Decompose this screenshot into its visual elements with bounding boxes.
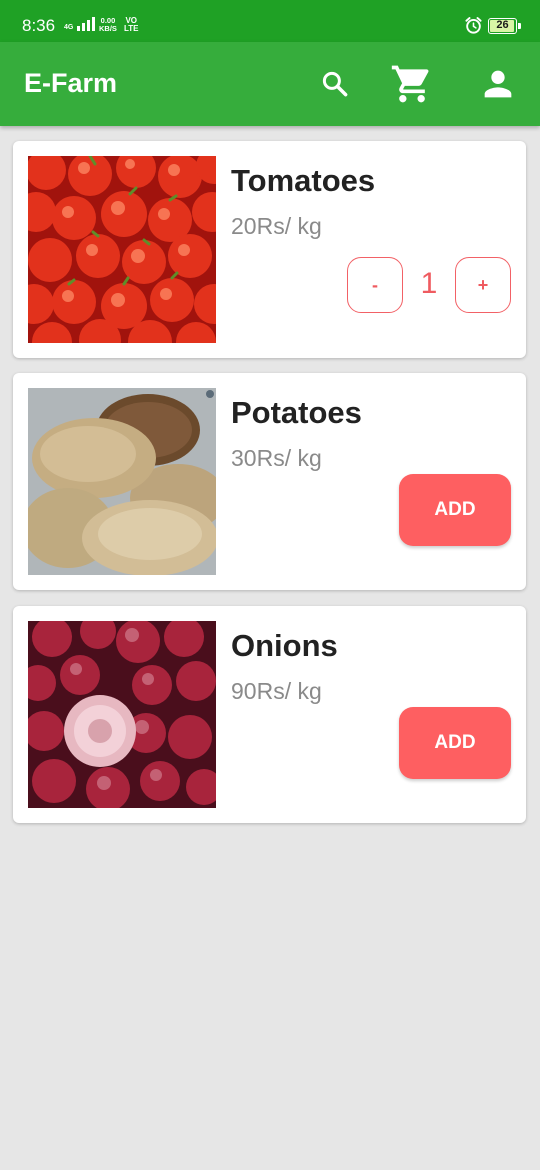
tomatoes-photo <box>28 156 216 343</box>
signal-icon: 4G <box>64 17 96 31</box>
product-card-tomatoes: Tomatoes 20Rs/ kg - 1 + <box>13 141 526 358</box>
add-to-cart-button[interactable]: ADD <box>399 707 511 779</box>
onions-photo <box>28 621 216 808</box>
status-bar: 8:36 4G 0.00 KB/S VO LTE 26 <box>0 0 540 42</box>
app-bar: E-Farm <box>0 42 540 126</box>
add-to-cart-button[interactable]: ADD <box>399 474 511 546</box>
decrease-quantity-button[interactable]: - <box>347 257 403 313</box>
product-name: Onions <box>231 628 338 663</box>
quantity-value: 1 <box>420 267 438 300</box>
product-name: Potatoes <box>231 395 362 430</box>
network-speed: 0.00 KB/S <box>99 16 117 33</box>
product-price: 90Rs/ kg <box>231 678 322 704</box>
search-button[interactable] <box>313 62 357 106</box>
product-price: 20Rs/ kg <box>231 213 322 239</box>
product-price: 30Rs/ kg <box>231 445 322 471</box>
search-icon <box>322 71 348 97</box>
alarm-icon <box>465 17 482 34</box>
volte-indicator: VO LTE <box>124 16 139 33</box>
cart-button[interactable] <box>390 62 434 106</box>
product-card-potatoes: Potatoes 30Rs/ kg ADD <box>13 373 526 590</box>
cart-icon <box>391 65 429 103</box>
status-time: 8:36 <box>22 16 56 35</box>
app-title: E-Farm <box>24 68 118 98</box>
account-button[interactable] <box>476 62 520 106</box>
product-card-onions: Onions 90Rs/ kg ADD <box>13 606 526 823</box>
account-icon <box>484 70 512 98</box>
increase-quantity-button[interactable]: + <box>455 257 511 313</box>
product-name: Tomatoes <box>231 163 376 198</box>
battery-icon: 26 <box>488 18 521 34</box>
battery-level: 26 <box>496 19 509 31</box>
network-type: 4G <box>64 24 74 31</box>
potatoes-photo <box>28 388 216 575</box>
